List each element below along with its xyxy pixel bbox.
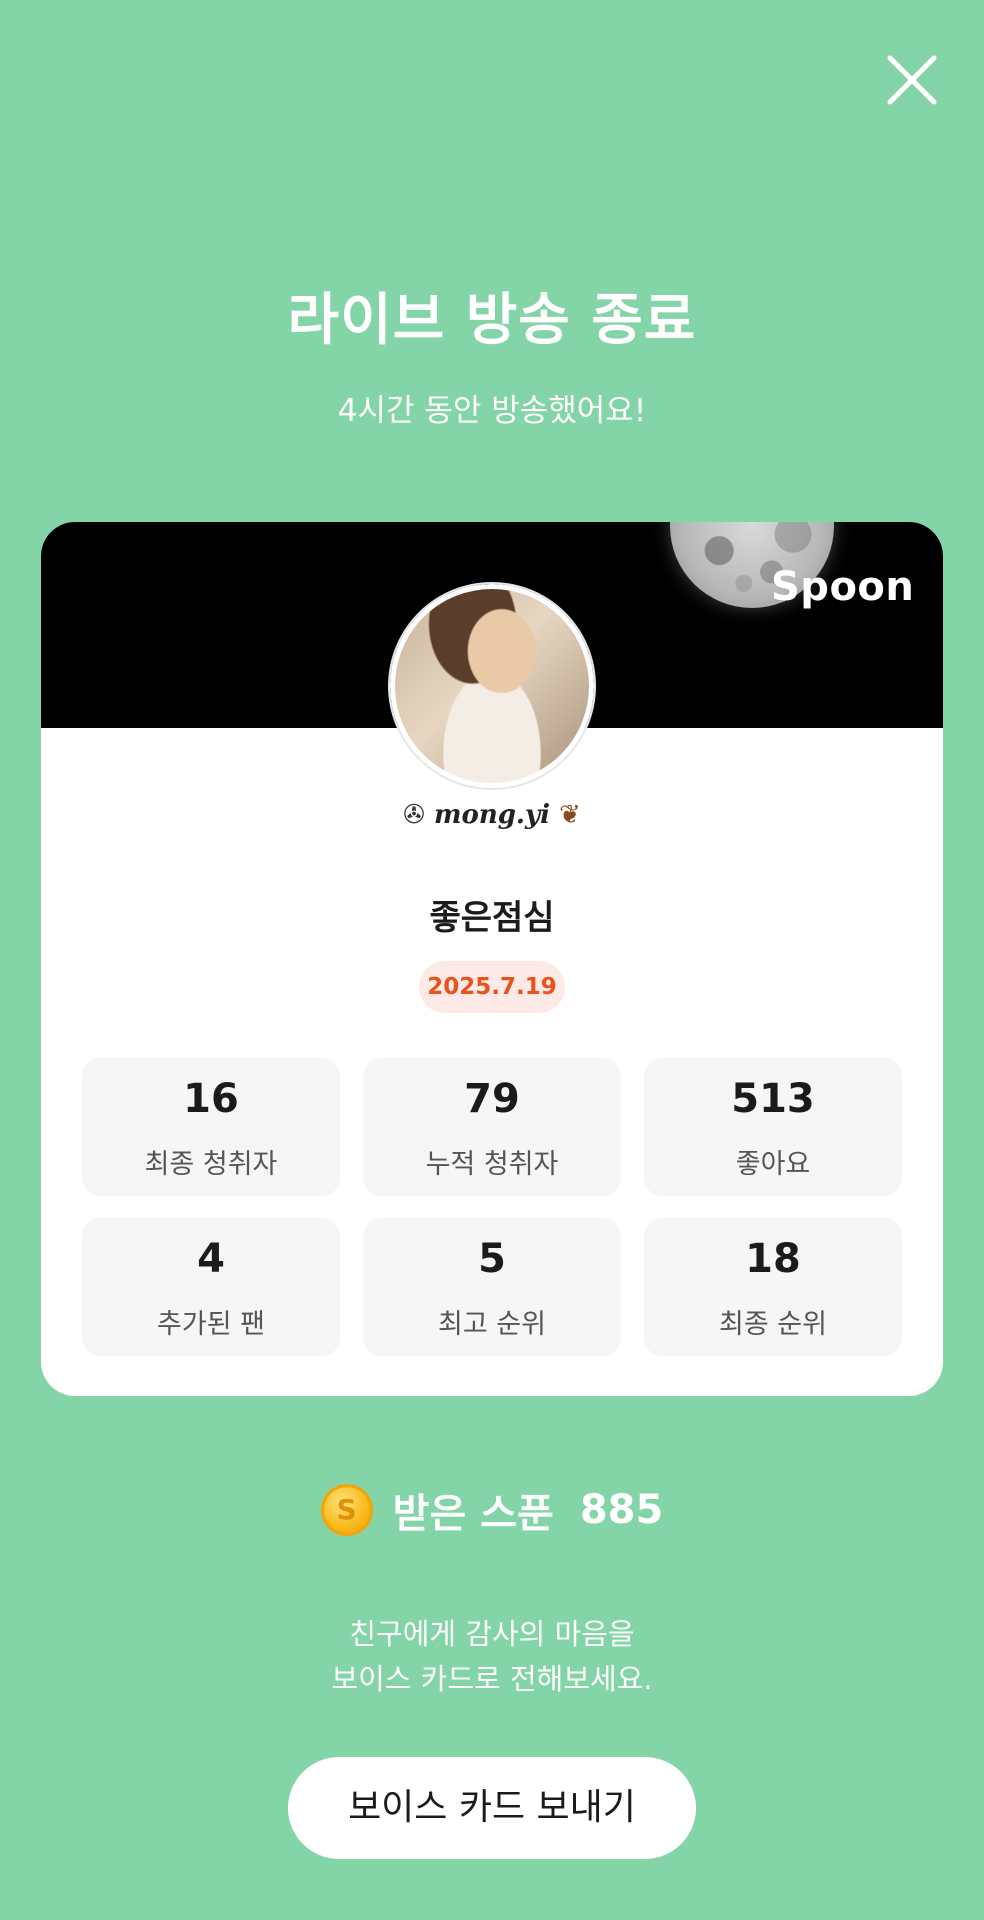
stat-label: 좋아요 — [735, 1149, 811, 1180]
display-name: 좋은점심 — [429, 898, 555, 938]
pinwheel-icon: ✇ — [403, 800, 425, 830]
close-button[interactable] — [882, 50, 942, 110]
spoon-logo: Spoon — [771, 564, 915, 610]
paw-icon: ❦ — [559, 800, 581, 830]
send-voice-card-button[interactable]: 보이스 카드 보내기 — [288, 1757, 696, 1859]
thank-you-message: 친구에게 감사의 마음을 보이스 카드로 전해보세요. — [0, 1612, 984, 1702]
broadcast-duration: 4시간 동안 방송했어요! — [337, 393, 647, 429]
stat-final-listeners: 16 최종 청취자 — [82, 1058, 340, 1196]
stat-final-rank: 18 최종 순위 — [644, 1218, 902, 1356]
spoons-count: 885 — [579, 1487, 664, 1533]
stat-label: 추가된 팬 — [157, 1309, 265, 1340]
nickname: mong.yi — [434, 800, 550, 830]
nickname-row: ✇ mong.yi ❦ — [41, 800, 943, 830]
stat-best-rank: 5 최고 순위 — [363, 1218, 621, 1356]
stat-value: 18 — [745, 1236, 801, 1282]
message-line-1: 친구에게 감사의 마음을 — [349, 1617, 635, 1651]
close-icon — [887, 55, 937, 105]
message-line-2: 보이스 카드로 전해보세요. — [331, 1662, 653, 1696]
stat-likes: 513 좋아요 — [644, 1058, 902, 1196]
spoons-label: 받은 스푼 — [392, 1491, 554, 1537]
summary-card: Spoon ✇ mong.yi ❦ 좋은점심 2025.7.19 16 최종 청… — [41, 522, 943, 1396]
stat-value: 4 — [197, 1236, 225, 1282]
stat-value: 16 — [183, 1076, 239, 1122]
received-spoons: S 받은 스푼 885 — [0, 1478, 984, 1542]
stat-label: 최종 순위 — [719, 1309, 827, 1340]
stat-label: 최종 청취자 — [144, 1149, 278, 1180]
stat-new-fans: 4 추가된 팬 — [82, 1218, 340, 1356]
stat-label: 누적 청취자 — [425, 1149, 559, 1180]
date-badge: 2025.7.19 — [419, 961, 565, 1013]
avatar — [390, 584, 594, 788]
stat-value: 79 — [464, 1076, 520, 1122]
stat-total-listeners: 79 누적 청취자 — [363, 1058, 621, 1196]
stat-value: 5 — [478, 1236, 506, 1282]
page-title: 라이브 방송 종료 — [287, 288, 697, 353]
spoon-coin-icon: S — [320, 1484, 373, 1536]
stat-value: 513 — [731, 1076, 815, 1122]
stat-label: 최고 순위 — [438, 1309, 546, 1340]
